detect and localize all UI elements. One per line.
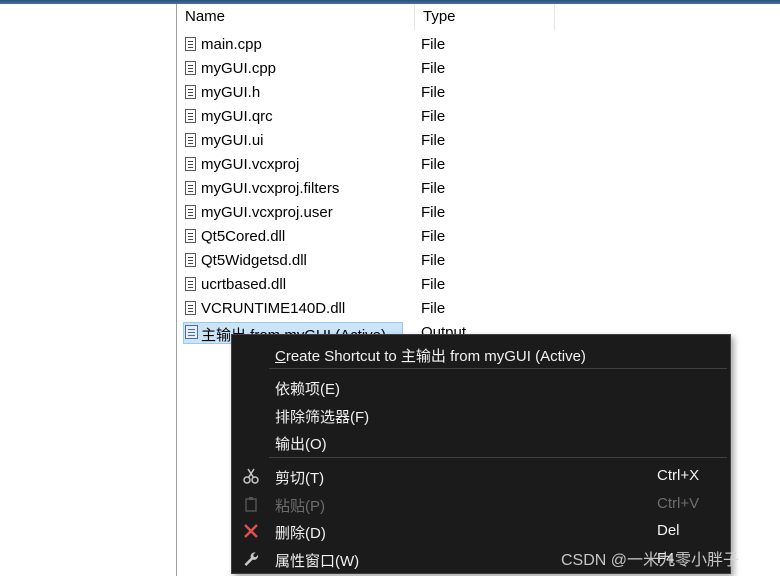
file-name: Qt5Widgetsd.dll [201,252,307,269]
create-shortcut-label: reate Shortcut to 主输出 from myGUI (Active… [285,348,586,365]
document-icon [185,133,196,147]
file-type: File [421,156,446,173]
menu-item-cut[interactable]: 剪切(T) Ctrl+X [232,462,730,489]
file-type: File [421,228,446,245]
menu-item-exclude-filter[interactable]: 排除筛选器(F) [232,401,730,428]
file-type: File [421,84,446,101]
menu-item-create-shortcut[interactable]: Create Shortcut to 主输出 from myGUI (Activ… [232,340,730,367]
file-name: myGUI.h [201,84,261,101]
file-name: VCRUNTIME140D.dll [201,300,346,317]
paste-label: 粘贴(P) [275,498,325,515]
file-name: myGUI.vcxproj [201,156,300,173]
document-icon [185,61,196,75]
file-type: File [421,276,446,293]
file-type: File [421,108,446,125]
file-name: myGUI.vcxproj.user [201,204,333,221]
file-row[interactable]: myGUI.vcxproj.filters File [177,177,555,201]
wrench-icon [241,549,261,569]
menu-item-outputs[interactable]: 输出(O) [232,428,730,455]
delete-label: 删除(D) [275,525,326,542]
file-row[interactable]: ucrtbased.dll File [177,273,555,297]
file-name: myGUI.vcxproj.filters [201,180,340,197]
document-icon [185,85,196,99]
file-row[interactable]: Qt5Widgetsd.dll File [177,249,555,273]
document-icon [185,301,196,315]
file-row[interactable]: myGUI.h File [177,81,555,105]
folder-tree-pane [0,4,177,576]
document-icon [185,205,196,219]
delete-x-icon [241,521,261,541]
output-icon [185,325,198,339]
document-icon [185,229,196,243]
file-name: myGUI.ui [201,132,264,149]
file-row[interactable]: myGUI.vcxproj.user File [177,201,555,225]
file-row[interactable]: myGUI.cpp File [177,57,555,81]
file-name: ucrtbased.dll [201,276,287,293]
file-type: File [421,132,446,149]
mnemonic-c: C [275,348,286,365]
menu-item-paste[interactable]: 粘贴(P) Ctrl+V [232,490,730,517]
properties-label: 属性窗口(W) [275,553,360,570]
file-row[interactable]: myGUI.ui File [177,129,555,153]
watermark: CSDN @一米九零小胖子 [561,552,740,569]
paste-shortcut: Ctrl+V [657,495,700,512]
scissors-icon [241,466,261,486]
document-icon [185,37,196,51]
document-icon [185,157,196,171]
file-row[interactable]: VCRUNTIME140D.dll File [177,297,555,321]
menu-item-dependencies[interactable]: 依赖项(E) [232,373,730,400]
file-row[interactable]: main.cpp File [177,33,555,57]
document-icon [185,109,196,123]
cut-shortcut: Ctrl+X [657,467,700,484]
column-header-name[interactable]: Name [177,4,415,30]
column-header-type[interactable]: Type [415,4,555,30]
file-row[interactable]: myGUI.vcxproj File [177,153,555,177]
file-type: File [421,204,446,221]
context-menu: Create Shortcut to 主输出 from myGUI (Activ… [231,334,731,574]
menu-separator [269,368,727,369]
file-name: main.cpp [201,36,262,53]
menu-separator [269,457,727,458]
delete-shortcut: Del [657,522,680,539]
file-name: myGUI.cpp [201,60,277,77]
file-type: File [421,180,446,197]
file-name: myGUI.qrc [201,108,273,125]
document-icon [185,181,196,195]
menu-item-delete[interactable]: 删除(D) Del [232,517,730,544]
file-type: File [421,252,446,269]
file-type: File [421,36,446,53]
file-row[interactable]: myGUI.qrc File [177,105,555,129]
cut-label: 剪切(T) [275,470,325,487]
file-name: Qt5Cored.dll [201,228,286,245]
document-icon [185,277,196,291]
document-icon [185,253,196,267]
paste-icon [241,494,261,514]
file-row[interactable]: Qt5Cored.dll File [177,225,555,249]
dependencies-label: 依赖项(E) [275,381,340,398]
outputs-label: 输出(O) [275,436,327,453]
file-type: File [421,300,446,317]
exclude-filter-label: 排除筛选器(F) [275,409,370,426]
file-type: File [421,60,446,77]
